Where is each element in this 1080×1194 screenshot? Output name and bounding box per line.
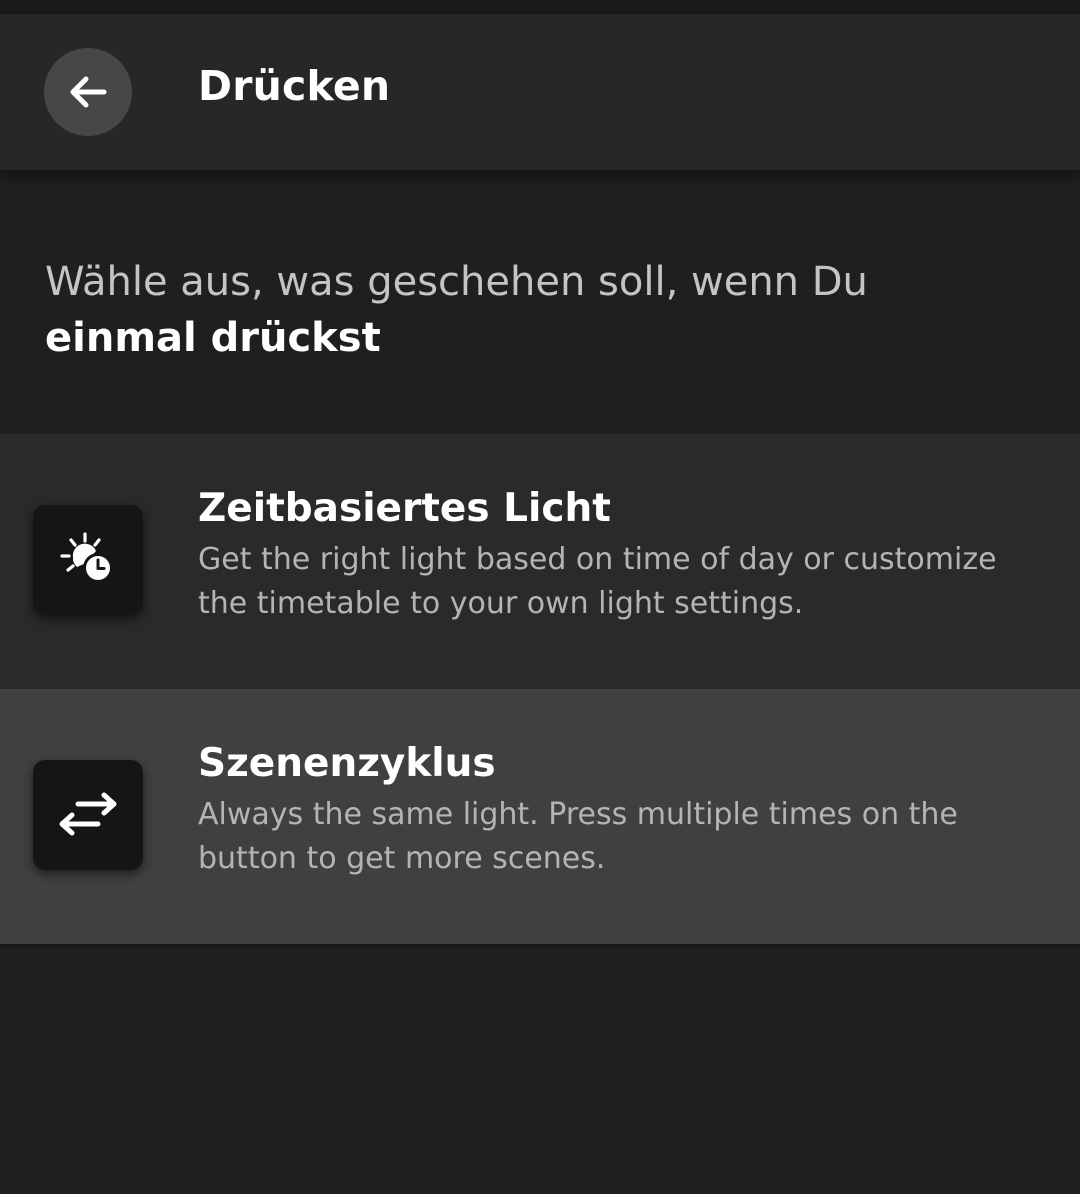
back-button[interactable]	[44, 48, 132, 136]
page-title: Drücken	[198, 62, 391, 110]
option-description: Get the right light based on time of day…	[198, 542, 997, 621]
swap-arrows-icon	[59, 792, 117, 836]
arrow-left-icon	[70, 76, 107, 108]
option-title: Szenenzyklus	[198, 741, 496, 786]
option-icon-tile	[33, 505, 143, 615]
app-header: Drücken	[0, 14, 1080, 170]
sun-clock-icon	[60, 532, 113, 583]
option-icon-tile	[33, 760, 143, 870]
instruction-emphasis: einmal drückst	[45, 315, 381, 361]
option-title: Zeitbasiertes Licht	[198, 486, 611, 531]
instruction-text: Wähle aus, was geschehen soll, wenn Du e…	[45, 254, 1045, 366]
status-bar-strip	[0, 0, 1080, 14]
option-szenenzyklus[interactable]: Szenenzyklus Always the same light. Pres…	[0, 689, 1080, 944]
instruction-lead: Wähle aus, was geschehen soll, wenn Du	[45, 259, 868, 305]
option-description: Always the same light. Press multiple ti…	[198, 797, 958, 876]
option-zeitbasiertes-licht[interactable]: Zeitbasiertes Licht Get the right light …	[0, 434, 1080, 689]
